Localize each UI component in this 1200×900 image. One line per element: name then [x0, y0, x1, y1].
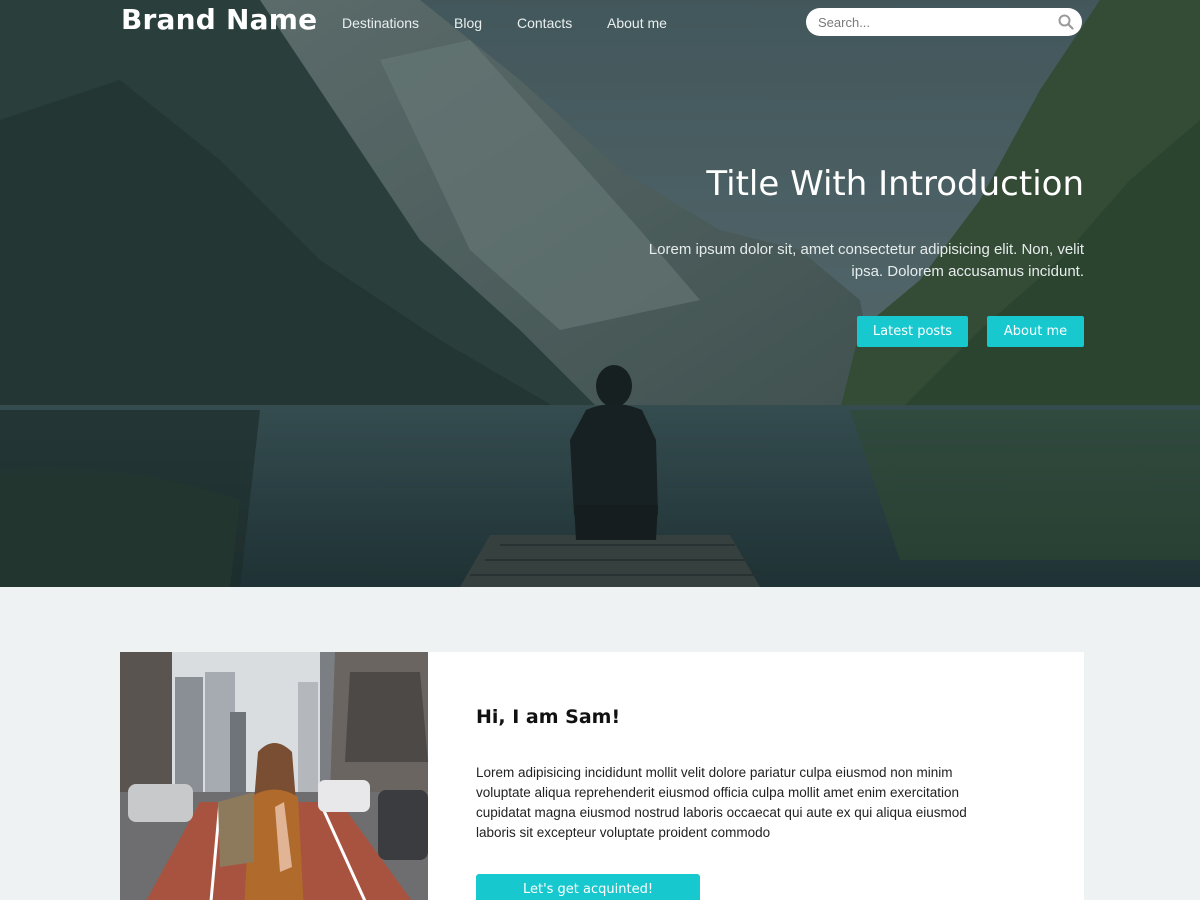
- get-acquainted-button[interactable]: Let's get acquinted!: [476, 874, 700, 900]
- search-icon[interactable]: [1058, 14, 1074, 30]
- about-heading: Hi, I am Sam!: [476, 706, 621, 728]
- nav-link-about-me[interactable]: About me: [607, 15, 667, 31]
- about-text: Lorem adipisicing incididunt mollit veli…: [476, 765, 967, 840]
- hero-intro-text: Lorem ipsum dolor sit, amet consectetur …: [648, 241, 1084, 280]
- top-navbar: Brand Name Destinations Blog Contacts Ab…: [0, 0, 1200, 50]
- nav-link-blog[interactable]: Blog: [454, 15, 482, 31]
- hero-background-image: [0, 0, 1200, 587]
- nav-link-destinations[interactable]: Destinations: [342, 15, 419, 31]
- search-input[interactable]: [818, 12, 1048, 32]
- hero-title: Title With Introduction: [706, 164, 1084, 204]
- latest-posts-button[interactable]: Latest posts: [857, 316, 968, 347]
- brand-logo[interactable]: Brand Name: [121, 3, 317, 36]
- profile-photo: [120, 652, 428, 900]
- search-box: [806, 8, 1082, 36]
- about-card: Hi, I am Sam! Lorem adipisicing incididu…: [120, 652, 1084, 900]
- hero-section: Brand Name Destinations Blog Contacts Ab…: [0, 0, 1200, 587]
- nav-link-contacts[interactable]: Contacts: [517, 15, 572, 31]
- about-me-button[interactable]: About me: [987, 316, 1084, 347]
